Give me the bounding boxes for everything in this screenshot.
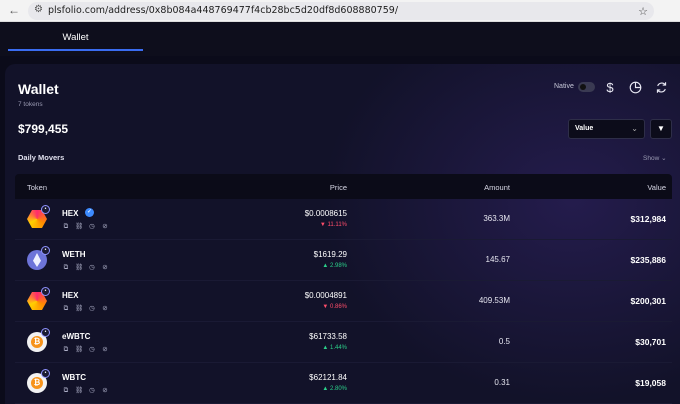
token-symbol: eWBTC (62, 332, 91, 341)
bookmark-star-icon[interactable]: ☆ (638, 5, 648, 18)
wallet-card: Wallet 7 tokens $799,455 Native $ Value … (5, 64, 680, 404)
filter-button[interactable]: ▼ (650, 119, 672, 139)
table-row[interactable]: ₿ • eWBTC ⧉ ⛓ ◷ ⊘ $61733.58 ▲ 1.44% 0.5 … (15, 322, 672, 363)
history-icon[interactable]: ◷ (88, 223, 96, 231)
history-icon[interactable]: ◷ (88, 264, 96, 272)
chain-badge-icon: • (41, 287, 50, 296)
copy-icon[interactable]: ⧉ (62, 387, 70, 395)
copy-icon[interactable]: ⧉ (62, 305, 70, 313)
token-price: $61733.58 (309, 332, 347, 341)
hide-icon[interactable]: ⊘ (101, 387, 109, 395)
hide-icon[interactable]: ⊘ (101, 305, 109, 313)
price-change: ▲ 2.98% (322, 263, 347, 269)
token-amount: 145.67 (485, 255, 510, 264)
show-movers-button[interactable]: Show ⌄ (643, 154, 667, 162)
price-change: ▲ 1.44% (322, 345, 347, 351)
token-symbol: WBTC (62, 373, 86, 382)
link-icon[interactable]: ⛓ (75, 264, 83, 272)
token-symbol: HEX (62, 291, 79, 300)
browser-toolbar: ← ⚙ plsfolio.com/address/0x8b084a4487694… (0, 0, 680, 22)
hide-icon[interactable]: ⊘ (101, 264, 109, 272)
column-header-amount[interactable]: Amount (484, 183, 510, 192)
token-price: $0.0004891 (304, 291, 347, 300)
url-text: plsfolio.com/address/0x8b084a448769477f4… (48, 5, 399, 16)
site-info-icon[interactable]: ⚙ (34, 4, 43, 15)
token-price: $62121.84 (309, 373, 347, 382)
token-amount: 0.5 (498, 337, 510, 346)
native-label: Native (554, 83, 574, 90)
chain-badge-icon: • (41, 369, 50, 378)
column-header-price[interactable]: Price (330, 183, 347, 192)
price-change: ▼ 0.86% (322, 304, 347, 310)
verified-icon: ✓ (85, 208, 94, 217)
eth-glyph (33, 253, 41, 267)
refresh-icon[interactable] (653, 79, 669, 95)
chain-badge-icon: • (41, 205, 50, 214)
chain-badge-icon: • (41, 246, 50, 255)
column-header-token[interactable]: Token (27, 183, 47, 192)
token-amount: 0.31 (494, 378, 510, 387)
hide-icon[interactable]: ⊘ (101, 346, 109, 354)
daily-movers-heading: Daily Movers (18, 153, 65, 162)
address-bar[interactable]: ⚙ plsfolio.com/address/0x8b084a448769477… (28, 2, 654, 20)
token-value: $235,886 (630, 255, 666, 265)
dollar-icon[interactable]: $ (602, 79, 618, 95)
token-value: $19,058 (635, 378, 666, 388)
column-header-value[interactable]: Value (647, 183, 666, 192)
price-change: ▲ 2.80% (322, 386, 347, 392)
token-price: $0.0008615 (304, 209, 347, 218)
page-title: Wallet (18, 81, 59, 97)
token-amount: 409.53M (478, 296, 510, 305)
toggle-knob (580, 84, 586, 90)
table-header: Token Price Amount Value (15, 174, 672, 199)
back-arrow-icon[interactable]: ← (8, 3, 20, 17)
link-icon[interactable]: ⛓ (75, 305, 83, 313)
tab-wallet[interactable]: Wallet (8, 32, 143, 51)
chain-badge-icon: • (41, 328, 50, 337)
token-count: 7 tokens (18, 101, 43, 108)
link-icon[interactable]: ⛓ (75, 346, 83, 354)
filter-icon: ▼ (657, 124, 665, 133)
history-icon[interactable]: ◷ (88, 346, 96, 354)
token-value: $30,701 (635, 337, 666, 347)
hide-icon[interactable]: ⊘ (101, 223, 109, 231)
copy-icon[interactable]: ⧉ (62, 346, 70, 354)
sort-select[interactable]: Value ⌄ (568, 119, 645, 139)
bitcoin-glyph: ₿ (31, 377, 43, 389)
row-actions: ⧉ ⛓ ◷ ⊘ (62, 346, 109, 354)
pie-chart-icon[interactable] (627, 79, 643, 95)
price-change: ▼ 11.11% (319, 222, 347, 228)
chevron-down-icon: ⌄ (631, 124, 638, 133)
token-value: $312,984 (630, 214, 666, 224)
table-row[interactable]: ₿ • WBTC ⧉ ⛓ ◷ ⊘ $62121.84 ▲ 2.80% 0.31 … (15, 363, 672, 404)
link-icon[interactable]: ⛓ (75, 387, 83, 395)
sort-value: Value (575, 125, 594, 132)
token-symbol: HEX (62, 209, 79, 218)
table-row[interactable]: • WETH ⧉ ⛓ ◷ ⊘ $1619.29 ▲ 2.98% 145.67 $… (15, 240, 672, 281)
token-value: $200,301 (630, 296, 666, 306)
total-value: $799,455 (18, 122, 69, 136)
native-toggle[interactable] (578, 82, 595, 92)
row-actions: ⧉ ⛓ ◷ ⊘ (62, 264, 109, 272)
token-amount: 363.3M (483, 214, 510, 223)
history-icon[interactable]: ◷ (88, 305, 96, 313)
token-symbol: WETH (62, 250, 86, 259)
app-tab-bar: Wallet (0, 22, 680, 56)
copy-icon[interactable]: ⧉ (62, 223, 70, 231)
row-actions: ⧉ ⛓ ◷ ⊘ (62, 387, 109, 395)
link-icon[interactable]: ⛓ (75, 223, 83, 231)
copy-icon[interactable]: ⧉ (62, 264, 70, 272)
row-actions: ⧉ ⛓ ◷ ⊘ (62, 305, 109, 313)
table-row[interactable]: • HEX ✓ ⧉ ⛓ ◷ ⊘ $0.0008615 ▼ 11.11% 363.… (15, 199, 672, 240)
row-actions: ⧉ ⛓ ◷ ⊘ (62, 223, 109, 231)
history-icon[interactable]: ◷ (88, 387, 96, 395)
token-price: $1619.29 (313, 250, 347, 259)
table-row[interactable]: • HEX ⧉ ⛓ ◷ ⊘ $0.0004891 ▼ 0.86% 409.53M… (15, 281, 672, 322)
bitcoin-glyph: ₿ (31, 336, 43, 348)
